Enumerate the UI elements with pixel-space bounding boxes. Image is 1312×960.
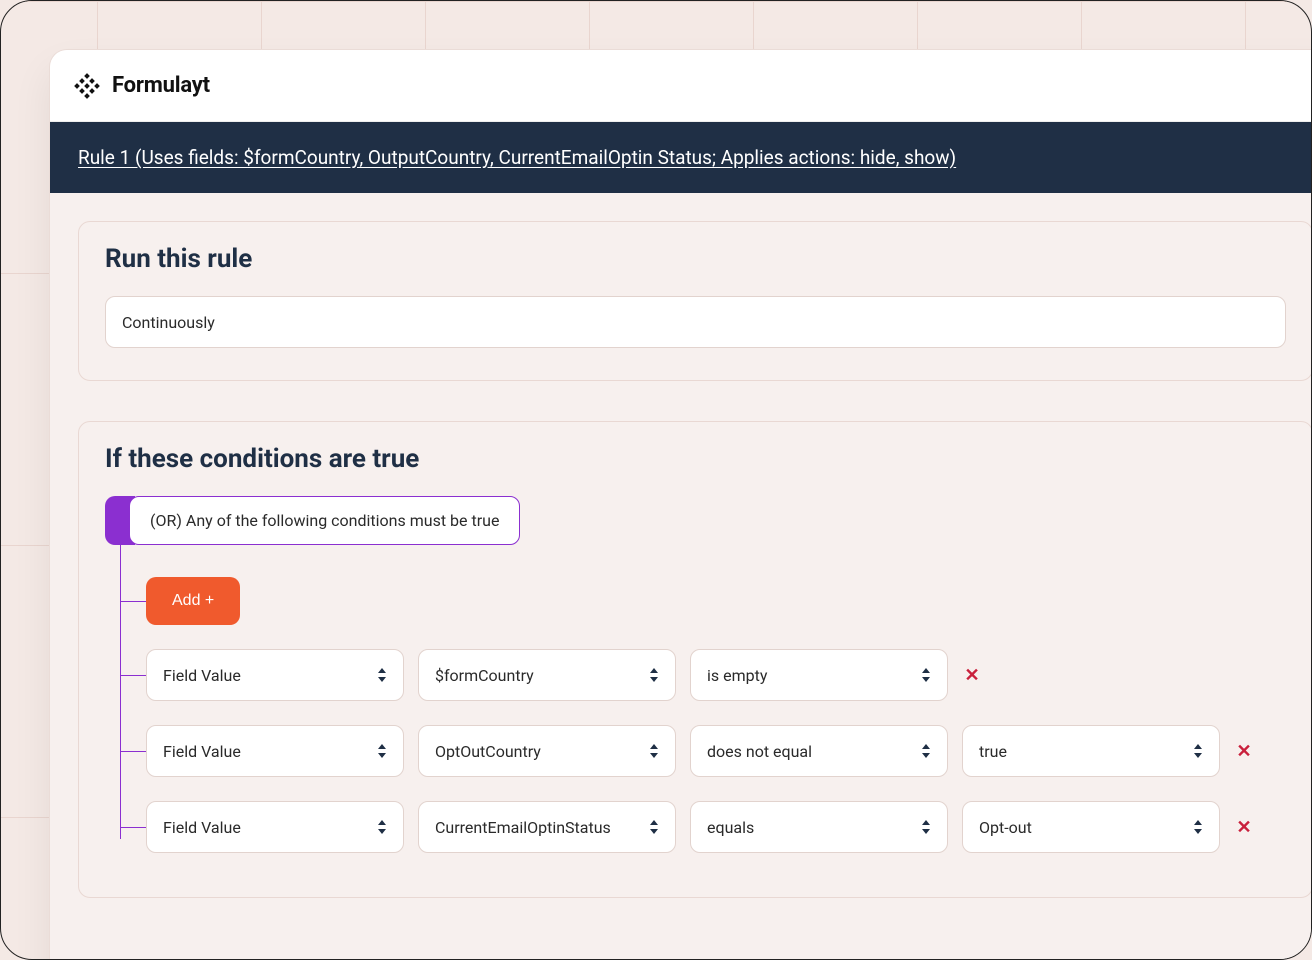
sort-icon: [921, 668, 931, 682]
rule-summary-bar[interactable]: Rule 1 (Uses fields: $formCountry, Outpu…: [50, 122, 1312, 193]
sort-icon: [377, 744, 387, 758]
sort-icon: [1193, 744, 1203, 758]
condition-operator-select[interactable]: is empty: [690, 649, 948, 701]
add-condition-button[interactable]: Add +: [146, 577, 240, 625]
sort-icon: [921, 744, 931, 758]
delete-condition-icon[interactable]: ✕: [1234, 817, 1254, 838]
condition-row: Field Value CurrentEmailOptinStatus: [146, 789, 1286, 865]
condition-field-select[interactable]: CurrentEmailOptinStatus: [418, 801, 676, 853]
sort-icon: [649, 820, 659, 834]
rule-summary-text: Rule 1 (Uses fields: $formCountry, Outpu…: [78, 146, 956, 169]
run-rule-card: Run this rule Continuously: [78, 221, 1312, 381]
sort-icon: [649, 668, 659, 682]
condition-value-select[interactable]: Opt-out: [962, 801, 1220, 853]
condition-type-select[interactable]: Field Value: [146, 801, 404, 853]
run-rule-title: Run this rule: [105, 244, 1286, 274]
app-header: Formulayt: [50, 50, 1312, 122]
condition-row: Field Value OptOutCountry: [146, 713, 1286, 789]
sort-icon: [377, 820, 387, 834]
condition-value-select[interactable]: true: [962, 725, 1220, 777]
condition-tree: Add + Field Value: [120, 545, 1286, 865]
sort-icon: [1193, 820, 1203, 834]
condition-type-select[interactable]: Field Value: [146, 725, 404, 777]
delete-condition-icon[interactable]: ✕: [962, 665, 982, 686]
run-trigger-value: Continuously: [122, 313, 215, 332]
add-condition-row: Add +: [146, 565, 1286, 637]
brand-logo-icon: [74, 73, 100, 99]
app-window: Formulayt Rule 1 (Uses fields: $formCoun…: [49, 49, 1312, 960]
condition-type-select[interactable]: Field Value: [146, 649, 404, 701]
condition-operator-select[interactable]: equals: [690, 801, 948, 853]
conditions-card: If these conditions are true (OR) Any of…: [78, 421, 1312, 898]
delete-condition-icon[interactable]: ✕: [1234, 741, 1254, 762]
condition-row: Field Value $formCountry: [146, 637, 1286, 713]
sort-icon: [921, 820, 931, 834]
sort-icon: [649, 744, 659, 758]
condition-field-select[interactable]: $formCountry: [418, 649, 676, 701]
run-trigger-select[interactable]: Continuously: [105, 296, 1286, 348]
or-group-label: (OR) Any of the following conditions mus…: [150, 511, 499, 530]
conditions-title: If these conditions are true: [105, 444, 1286, 474]
condition-field-select[interactable]: OptOutCountry: [418, 725, 676, 777]
or-group-select[interactable]: (OR) Any of the following conditions mus…: [129, 496, 520, 545]
brand-name: Formulayt: [112, 73, 210, 98]
sort-icon: [377, 668, 387, 682]
condition-operator-select[interactable]: does not equal: [690, 725, 948, 777]
